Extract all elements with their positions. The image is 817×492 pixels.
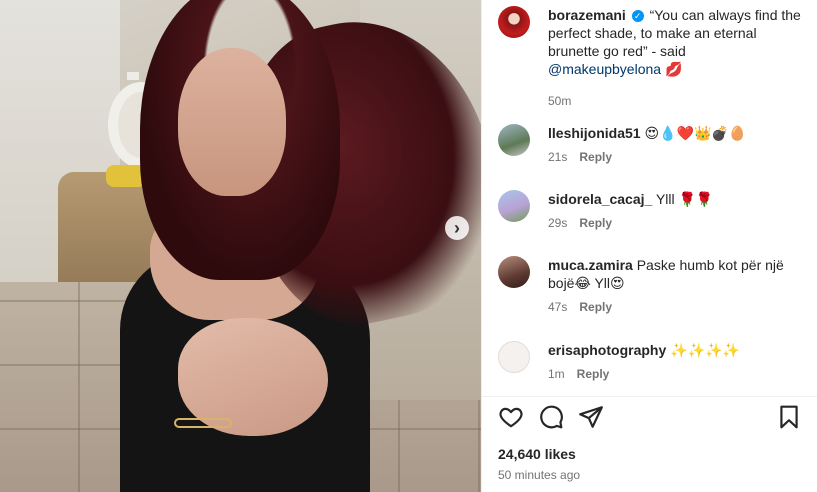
list-item: erisaphotography ✨✨✨✨ 1m Reply (498, 341, 808, 383)
caption-time[interactable]: 50m (548, 94, 571, 108)
reply-button[interactable]: Reply (579, 216, 612, 230)
comment-time[interactable]: 29s (548, 216, 567, 230)
next-image-button[interactable]: › (445, 216, 469, 240)
comment-username[interactable]: erisaphotography (548, 342, 666, 358)
list-item: muca.zamira Paske humb kot për një bojë😂… (498, 256, 808, 316)
avatar[interactable] (498, 190, 530, 222)
comment-time[interactable]: 47s (548, 300, 567, 314)
action-bar (498, 404, 802, 432)
heart-icon[interactable] (498, 404, 524, 430)
comment-username[interactable]: muca.zamira (548, 257, 633, 273)
comment-text: ✨✨✨✨ (670, 342, 740, 358)
comment-icon[interactable] (538, 404, 564, 430)
avatar[interactable] (498, 341, 530, 373)
avatar[interactable] (498, 256, 530, 288)
post-side-panel: borazemani ✓ “You can always find the pe… (481, 0, 817, 492)
chevron-right-icon: › (454, 218, 460, 238)
comment-text: Ylll 🌹🌹 (655, 191, 714, 207)
reply-button[interactable]: Reply (577, 367, 610, 381)
avatar[interactable] (498, 124, 530, 156)
kiss-emoji: 💋 (664, 61, 683, 77)
comment-time[interactable]: 21s (548, 150, 567, 164)
divider (482, 396, 817, 397)
light-switch (126, 71, 140, 81)
comment-text: 😍💧❤️👑💣🥚 (644, 125, 747, 141)
caption-username[interactable]: borazemani (548, 7, 626, 23)
bookmark-icon[interactable] (776, 404, 802, 430)
likes-count[interactable]: 24,640 likes (498, 446, 576, 462)
share-icon[interactable] (578, 404, 604, 430)
caption: borazemani ✓ “You can always find the pe… (498, 6, 808, 110)
list-item: sidorela_cacaj_ Ylll 🌹🌹 29s Reply (498, 190, 808, 232)
post-image[interactable]: › (0, 0, 481, 492)
bracelet (174, 418, 232, 428)
reply-button[interactable]: Reply (579, 150, 612, 164)
post-timestamp[interactable]: 50 minutes ago (498, 468, 580, 482)
comments-list[interactable]: borazemani ✓ “You can always find the pe… (482, 0, 817, 396)
comment-time[interactable]: 1m (548, 367, 565, 381)
list-item: lleshijonida51 😍💧❤️👑💣🥚 21s Reply (498, 124, 808, 166)
avatar[interactable] (498, 6, 530, 38)
face (178, 48, 286, 196)
caption-mention[interactable]: @makeupbyelona (548, 61, 661, 77)
comment-username[interactable]: lleshijonida51 (548, 125, 641, 141)
verified-badge-icon: ✓ (631, 10, 644, 23)
reply-button[interactable]: Reply (579, 300, 612, 314)
comment-username[interactable]: sidorela_cacaj_ (548, 191, 652, 207)
